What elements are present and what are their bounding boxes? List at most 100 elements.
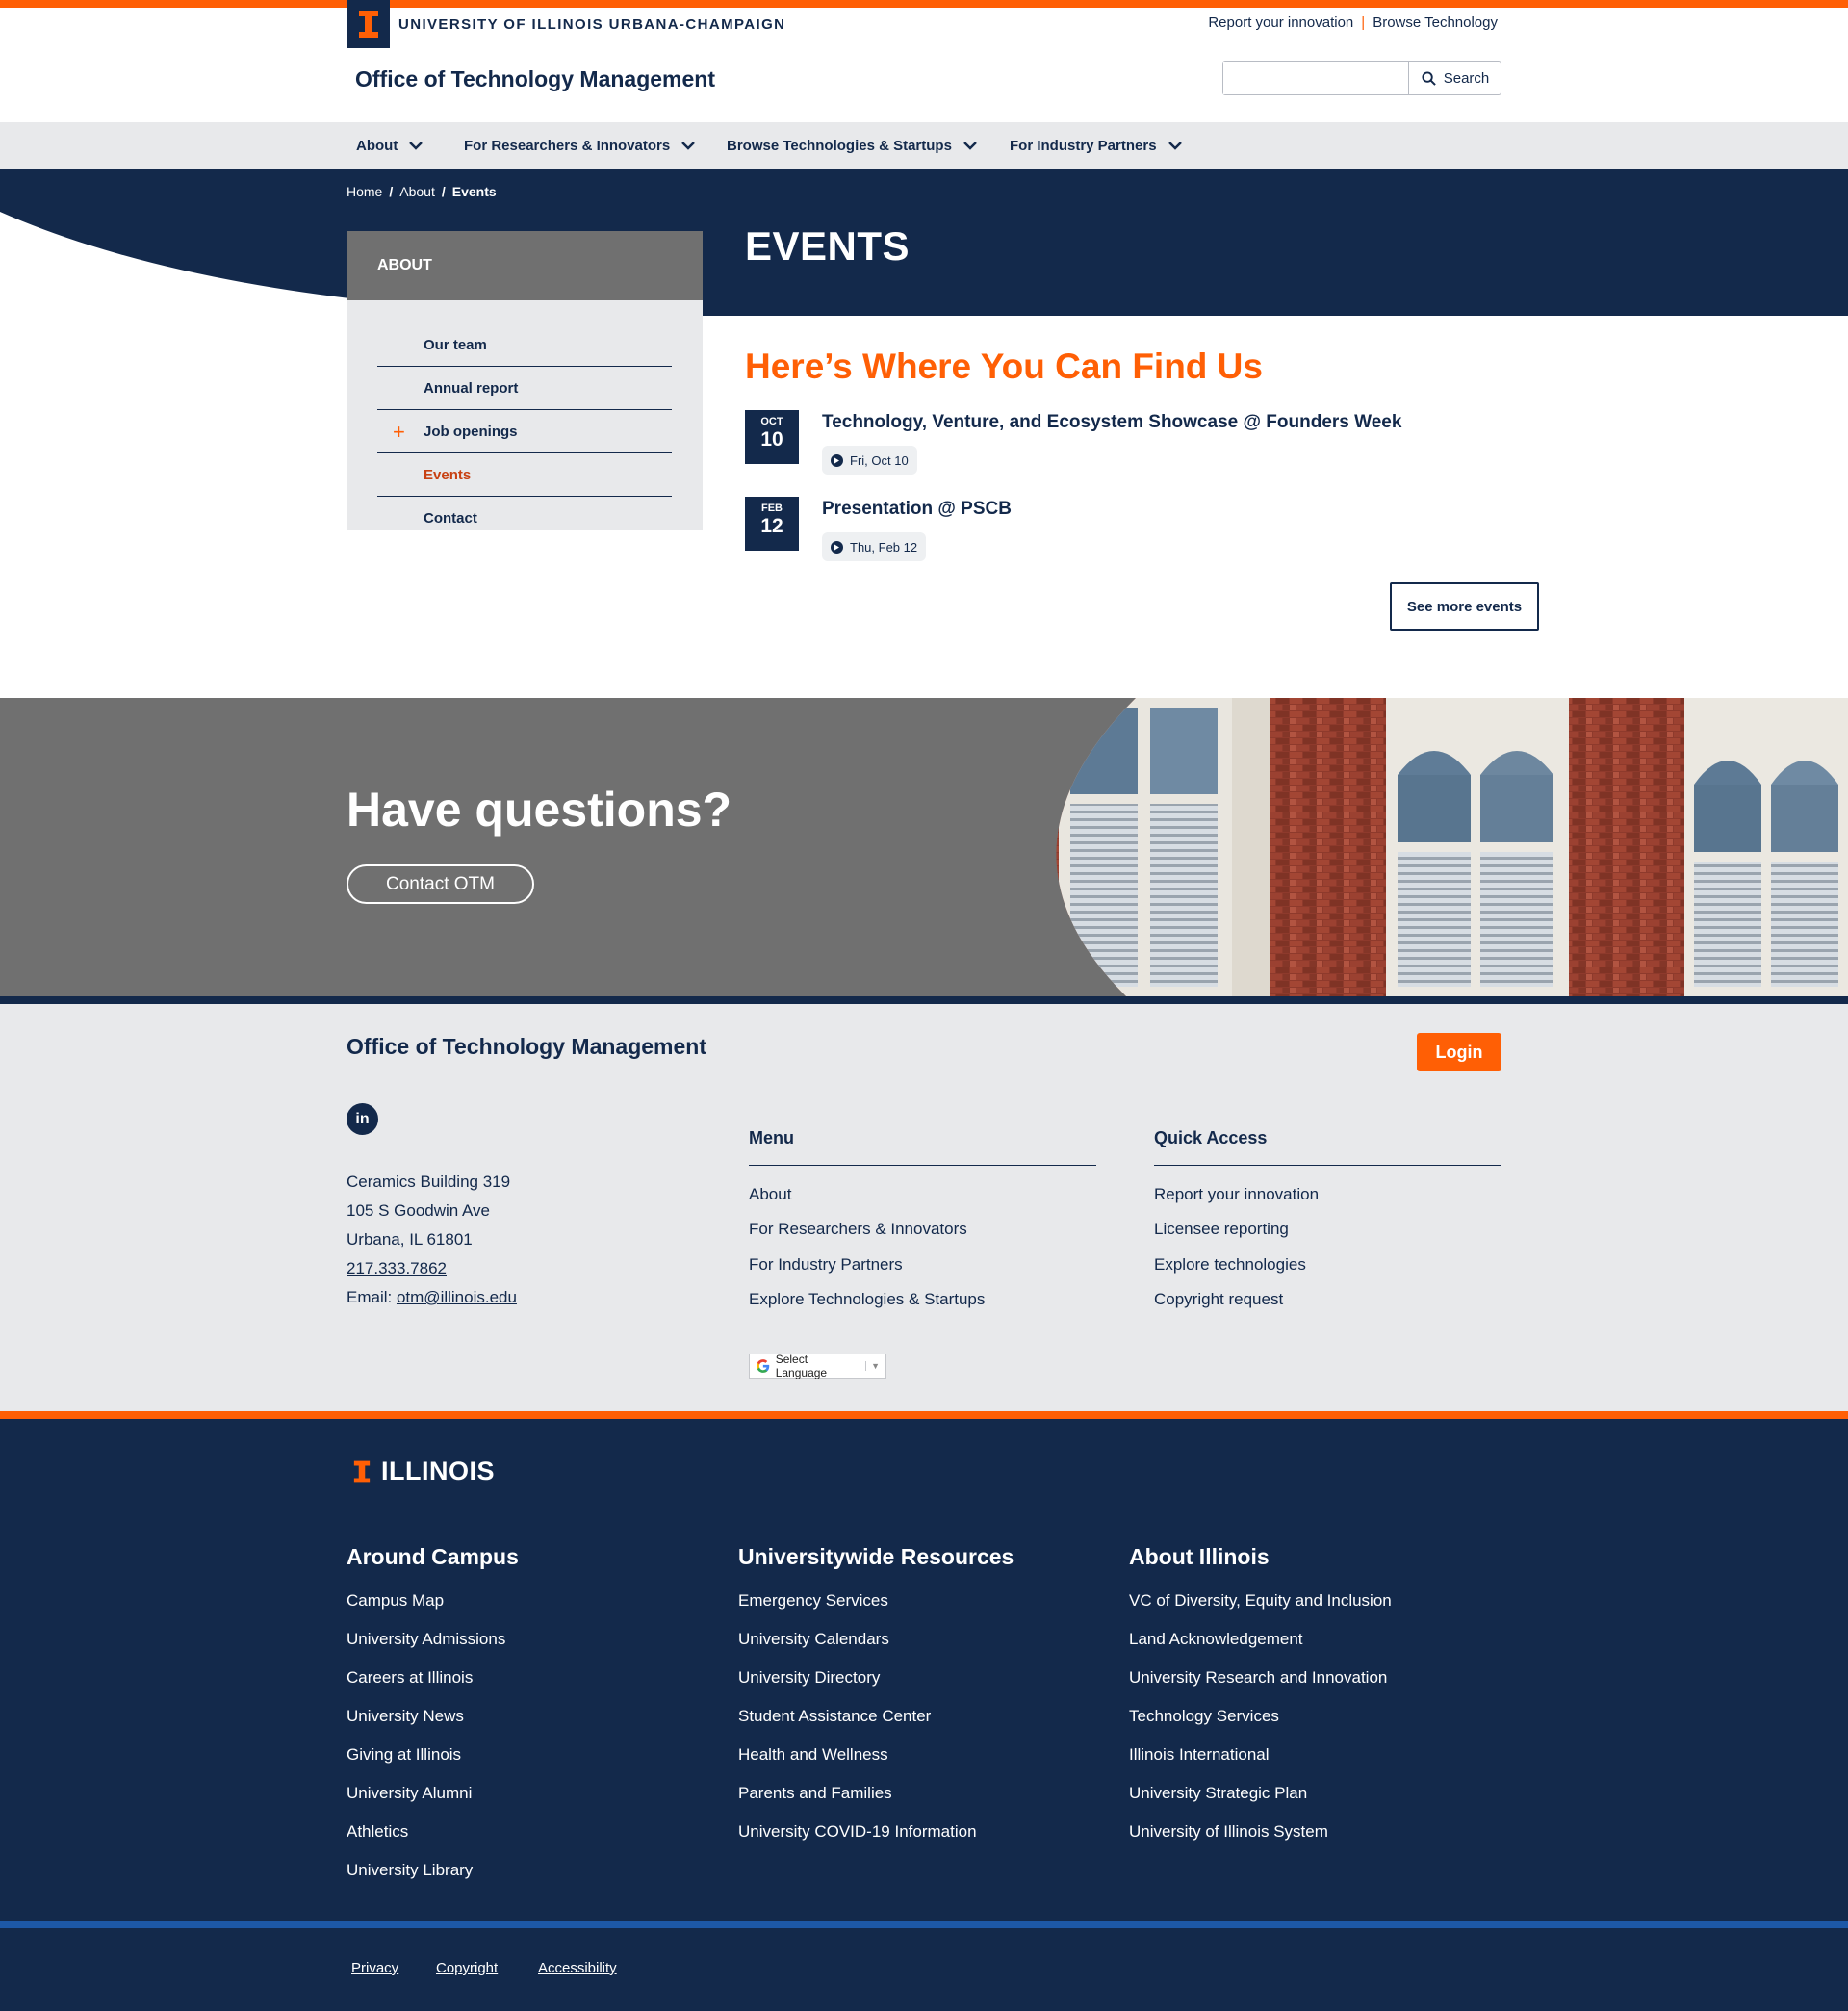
footer-site-title[interactable]: Office of Technology Management	[346, 1034, 706, 1060]
nav-item-browse[interactable]: Browse Technologies & Startups	[727, 122, 977, 169]
event-day: 10	[760, 428, 783, 451]
email-label: Email:	[346, 1288, 393, 1306]
linkedin-icon[interactable]: in	[346, 1103, 378, 1135]
breadcrumb-home[interactable]: Home	[346, 184, 382, 199]
report-innovation-link[interactable]: Report your innovation	[1208, 14, 1353, 31]
copyright-link[interactable]: Copyright	[436, 1960, 498, 1976]
footer-resources-link[interactable]: Health and Wellness	[738, 1745, 888, 1765]
footer-menu-link[interactable]: Explore Technologies & Startups	[749, 1290, 985, 1309]
events-heading: Here’s Where You Can Find Us	[745, 347, 1263, 386]
site-header	[0, 8, 1848, 122]
nav-item-label: About	[356, 138, 398, 154]
language-select[interactable]: Select Language ▼	[749, 1353, 886, 1379]
section-sidebar: ABOUT Our team Annual report + Job openi…	[346, 231, 703, 530]
sidebar-item-contact[interactable]: Contact	[377, 497, 672, 540]
footer-resources-link[interactable]: University Directory	[738, 1668, 880, 1688]
hero-curve-shape	[0, 212, 366, 316]
google-g-icon	[756, 1359, 770, 1373]
site-title[interactable]: Office of Technology Management	[355, 66, 715, 92]
sidebar-heading[interactable]: ABOUT	[346, 231, 703, 300]
footer-campus-link[interactable]: University News	[346, 1707, 464, 1726]
footer-resources-link[interactable]: Emergency Services	[738, 1591, 888, 1611]
event-month: FEB	[761, 503, 783, 514]
clock-icon	[831, 540, 843, 554]
footer-quick-link[interactable]: Licensee reporting	[1154, 1220, 1289, 1239]
sidebar-item-our-team[interactable]: Our team	[377, 323, 672, 367]
email-link[interactable]: otm@illinois.edu	[397, 1288, 517, 1306]
event-date-text: Thu, Feb 12	[850, 539, 918, 554]
footer-resources-link[interactable]: University Calendars	[738, 1630, 889, 1649]
nav-item-label: For Industry Partners	[1010, 138, 1157, 154]
nav-item-researchers[interactable]: For Researchers & Innovators	[464, 122, 696, 169]
event-day: 12	[760, 515, 783, 537]
footer-campus-link[interactable]: Campus Map	[346, 1591, 444, 1611]
sidebar-item-job-openings[interactable]: + Job openings	[377, 410, 672, 453]
footer-campus-link[interactable]: University Admissions	[346, 1630, 505, 1649]
universitywide-resources-heading: Universitywide Resources	[738, 1544, 1014, 1569]
footer-about-link[interactable]: University of Illinois System	[1129, 1822, 1328, 1842]
footer-campus-link[interactable]: Careers at Illinois	[346, 1668, 473, 1688]
contact-otm-button[interactable]: Contact OTM	[346, 864, 534, 904]
address-line: Urbana, IL 61801	[346, 1230, 473, 1249]
footer-campus-link[interactable]: Giving at Illinois	[346, 1745, 461, 1765]
footer-campus-link[interactable]: Athletics	[346, 1822, 408, 1842]
search-button[interactable]: Search	[1410, 62, 1501, 94]
event-date-chip: Fri, Oct 10	[822, 446, 917, 475]
address-line: Ceramics Building 319	[346, 1173, 511, 1191]
footer-quick-link[interactable]: Report your innovation	[1154, 1185, 1319, 1204]
footer-menu-link[interactable]: For Industry Partners	[749, 1255, 903, 1275]
footer-about-link[interactable]: University Research and Innovation	[1129, 1668, 1387, 1688]
breadcrumb: Home / About / Events	[346, 184, 497, 199]
university-wordmark[interactable]: UNIVERSITY OF ILLINOIS URBANA-CHAMPAIGN	[398, 16, 785, 33]
footer-campus-link[interactable]: University Library	[346, 1861, 473, 1880]
accessibility-link[interactable]: Accessibility	[538, 1960, 617, 1976]
privacy-link[interactable]: Privacy	[351, 1960, 398, 1976]
breadcrumb-about[interactable]: About	[399, 184, 435, 199]
footer-campus-link[interactable]: University Alumni	[346, 1784, 472, 1803]
nav-item-label: Browse Technologies & Startups	[727, 138, 952, 154]
search-input[interactable]	[1223, 62, 1409, 94]
around-campus-heading: Around Campus	[346, 1544, 519, 1569]
illinois-logo[interactable]: ILLINOIS	[352, 1457, 495, 1486]
footer-quick-link[interactable]: Explore technologies	[1154, 1255, 1306, 1275]
event-title-link[interactable]: Technology, Venture, and Ecosystem Showc…	[822, 412, 1401, 433]
questions-heading: Have questions?	[346, 783, 732, 837]
see-more-events-button[interactable]: See more events	[1390, 582, 1539, 631]
footer-resources-link[interactable]: Parents and Families	[738, 1784, 892, 1803]
login-button[interactable]: Login	[1417, 1033, 1502, 1071]
footer-menu-link[interactable]: For Researchers & Innovators	[749, 1220, 967, 1239]
nav-item-label: For Researchers & Innovators	[464, 138, 671, 154]
footer-resources-link[interactable]: Student Assistance Center	[738, 1707, 931, 1726]
expand-plus-icon[interactable]: +	[393, 420, 405, 445]
footer-about-link[interactable]: Land Acknowledgement	[1129, 1630, 1303, 1649]
top-accent-bar	[0, 0, 1848, 8]
event-title-link[interactable]: Presentation @ PSCB	[822, 499, 1012, 520]
utility-links: Report your innovation | Browse Technology	[1155, 14, 1498, 31]
footer-about-link[interactable]: Technology Services	[1129, 1707, 1279, 1726]
footer-quick-access-heading: Quick Access	[1154, 1128, 1502, 1166]
block-i-logo-icon[interactable]	[346, 0, 390, 48]
footer-about-link[interactable]: Illinois International	[1129, 1745, 1270, 1765]
sidebar-item-annual-report[interactable]: Annual report	[377, 367, 672, 410]
event-month: OCT	[760, 416, 783, 427]
browse-technology-link[interactable]: Browse Technology	[1373, 14, 1498, 31]
address-line: 105 S Goodwin Ave	[346, 1201, 491, 1220]
phone-link[interactable]: 217.333.7862	[346, 1259, 447, 1277]
sidebar-item-label: Job openings	[424, 423, 518, 440]
sidebar-item-events[interactable]: Events	[377, 453, 672, 497]
event-date-badge: OCT 10	[745, 410, 799, 464]
chevron-down-icon	[963, 142, 977, 150]
footer-menu-link[interactable]: About	[749, 1185, 791, 1204]
campus-footer	[0, 1419, 1848, 1921]
nav-item-industry[interactable]: For Industry Partners	[1010, 122, 1182, 169]
nav-item-about[interactable]: About	[356, 122, 424, 169]
footer-divider-orange	[0, 1411, 1848, 1419]
event-date-text: Fri, Oct 10	[850, 452, 909, 468]
footer-about-link[interactable]: University Strategic Plan	[1129, 1784, 1307, 1803]
search-form: Search	[1222, 61, 1502, 95]
building-photo	[1056, 698, 1848, 996]
footer-about-link[interactable]: VC of Diversity, Equity and Inclusion	[1129, 1591, 1392, 1611]
footer-resources-link[interactable]: University COVID-19 Information	[738, 1822, 977, 1842]
footer-menu-heading: Menu	[749, 1128, 1096, 1166]
footer-quick-link[interactable]: Copyright request	[1154, 1290, 1283, 1309]
